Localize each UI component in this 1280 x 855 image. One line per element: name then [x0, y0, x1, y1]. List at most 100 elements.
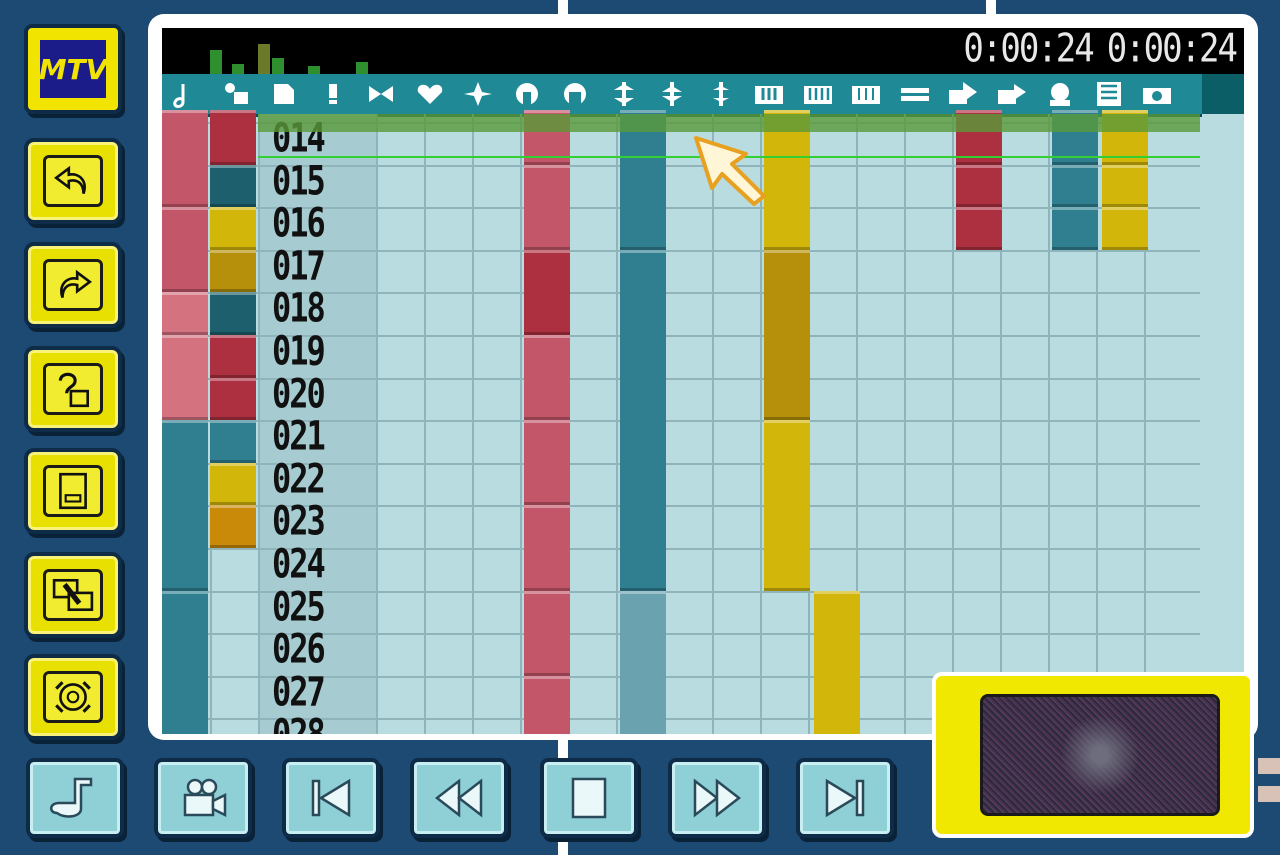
rewind-button[interactable] [410, 758, 508, 838]
help-button[interactable] [24, 346, 122, 432]
decorative-dots [1258, 786, 1280, 802]
help-icon [58, 372, 90, 408]
timeline-clip[interactable] [764, 420, 810, 591]
row-number: 022 [272, 454, 326, 503]
timeline-clip[interactable] [1052, 207, 1098, 250]
timeline-clip[interactable] [162, 590, 208, 734]
timeline-clip[interactable] [814, 590, 860, 734]
skip-end-icon [825, 778, 865, 818]
grid-col-line [520, 114, 522, 734]
timeline-clip[interactable] [162, 292, 208, 335]
exclamation-tool[interactable] [312, 78, 354, 110]
arrow-split-alt-tool[interactable] [651, 78, 693, 110]
timeline-grid[interactable]: 014 015 016 017 018 019 020 021 022 023 024 025 026 0… [162, 110, 1200, 734]
timeline-clip[interactable] [210, 377, 256, 421]
timeline-clip[interactable] [956, 164, 1002, 208]
timeline-clip[interactable] [210, 505, 256, 548]
timeline-clip[interactable] [162, 110, 208, 208]
timeline-clip[interactable] [524, 335, 570, 421]
timeline-clip[interactable] [524, 164, 570, 250]
timeline-clip[interactable] [524, 675, 570, 734]
redo-button[interactable] [24, 242, 122, 328]
heart-icon [417, 84, 442, 104]
camera-mode-button[interactable] [154, 758, 252, 838]
ring-alt-tool[interactable] [554, 78, 596, 110]
stamp-tool[interactable] [1039, 78, 1081, 110]
timeline-clip[interactable] [524, 420, 570, 506]
toolbar-end-cap [1202, 74, 1244, 114]
video-preview[interactable] [980, 694, 1220, 816]
globe-button[interactable] [24, 654, 122, 740]
fast-forward-icon [693, 778, 742, 818]
bar-icon [900, 88, 929, 101]
page-tool[interactable] [263, 78, 305, 110]
arrow-split-3-tool[interactable] [700, 78, 742, 110]
stop-button[interactable] [540, 758, 638, 838]
fast-forward-button[interactable] [668, 758, 766, 838]
heart-tool[interactable] [409, 78, 451, 110]
camera-actor-tool[interactable] [215, 78, 257, 110]
hand-tool[interactable] [942, 78, 984, 110]
vu-meter-bar [210, 50, 222, 74]
bar-tool[interactable] [894, 78, 936, 110]
timeline-clip[interactable] [210, 292, 256, 335]
transfer-icon [52, 578, 94, 612]
row-number: 027 [272, 667, 326, 716]
vu-meter-bar [308, 66, 320, 74]
music-mode-icon [50, 777, 93, 818]
timeline-clip[interactable] [210, 249, 256, 293]
row-number: 020 [272, 369, 326, 418]
row-number: 021 [272, 412, 326, 460]
grid-col-line [1048, 114, 1050, 734]
music-mode-button[interactable] [26, 758, 124, 838]
timeline-clip[interactable] [524, 590, 570, 676]
timecode-current: 0:00:24 [963, 28, 1094, 72]
timeline-clip[interactable] [956, 207, 1002, 250]
timeline-clip[interactable] [524, 505, 570, 591]
timeline-clip[interactable] [210, 420, 256, 463]
camera-tool[interactable] [1136, 78, 1178, 110]
skip-end-button[interactable] [796, 758, 894, 838]
timeline-clip[interactable] [1052, 164, 1098, 208]
timeline-clip[interactable] [210, 462, 256, 506]
timeline-clip[interactable] [620, 590, 666, 734]
hand-alt-tool[interactable] [991, 78, 1033, 110]
vu-meter-bar [258, 44, 270, 74]
undo-button[interactable] [24, 138, 122, 224]
ring-tool[interactable] [506, 78, 548, 110]
timeline-clip[interactable] [210, 335, 256, 378]
vu-meter-bar [232, 64, 244, 74]
timeline-clip[interactable] [764, 249, 810, 421]
row-number: 025 [272, 582, 326, 631]
timeline-clip[interactable] [210, 110, 256, 165]
timeline-clip[interactable] [210, 164, 256, 208]
film-tool[interactable] [1088, 78, 1130, 110]
note-tool[interactable] [166, 78, 208, 110]
timeline-clip[interactable] [210, 207, 256, 250]
timeline-clip[interactable] [162, 420, 208, 591]
document-button[interactable] [24, 448, 122, 534]
arrow-split-alt-icon [662, 82, 682, 106]
timeline-clip[interactable] [524, 249, 570, 335]
row-number: 024 [272, 540, 326, 588]
timeline-clip[interactable] [1102, 207, 1148, 250]
playhead-band[interactable] [258, 114, 1200, 132]
comb-alt-tool[interactable] [797, 78, 839, 110]
logo-text: MTV [38, 52, 108, 86]
grid-col-line [952, 114, 954, 734]
timecode-total: 0:00:24 [1106, 28, 1238, 72]
comb-tool[interactable] [748, 78, 790, 110]
timeline-clip[interactable] [162, 335, 208, 421]
grid-col-line [472, 114, 474, 734]
comb-3-tool[interactable] [845, 78, 887, 110]
timeline-clip[interactable] [1102, 164, 1148, 208]
skip-start-button[interactable] [282, 758, 380, 838]
pointer-cursor-icon [694, 136, 766, 206]
bowtie-tool[interactable] [360, 78, 402, 110]
arrow-split-tool[interactable] [603, 78, 645, 110]
timeline-clip[interactable] [162, 207, 208, 293]
timeline-clip[interactable] [620, 249, 666, 591]
transfer-button[interactable] [24, 552, 122, 638]
arrow-split-icon [613, 82, 634, 106]
star-burst-tool[interactable] [457, 78, 499, 110]
